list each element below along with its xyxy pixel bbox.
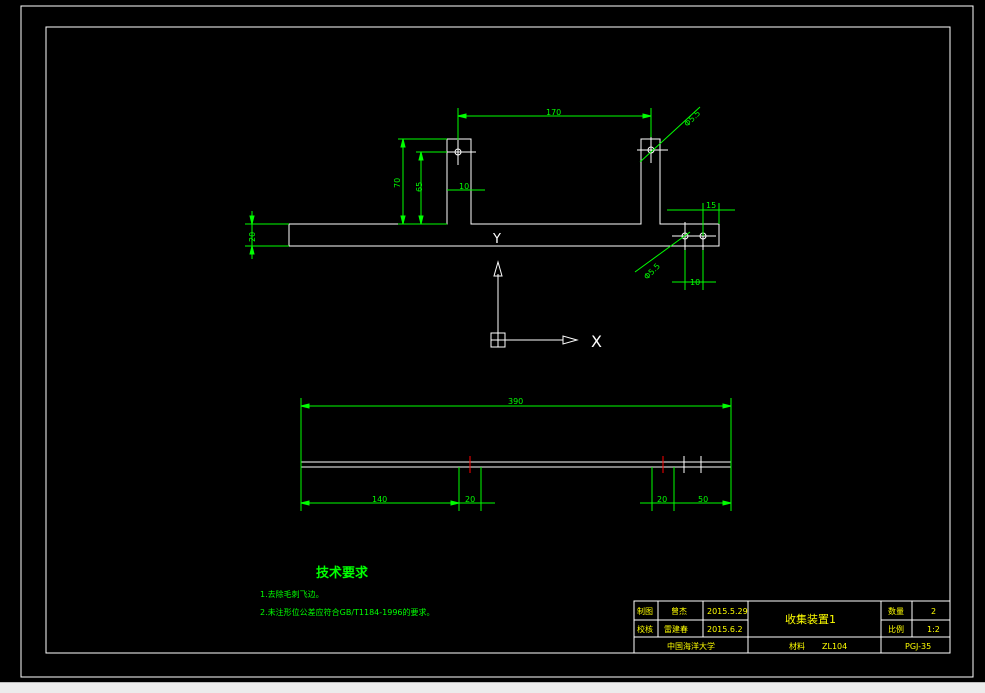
dim-15: 15: [706, 201, 716, 210]
dim-70: 70: [393, 178, 402, 188]
dim-65: 65: [415, 182, 424, 192]
dim-10-b: 10: [690, 278, 700, 287]
tech-req-item-1: 1.去除毛刺飞边。: [260, 589, 324, 599]
dim-170: 170: [546, 108, 561, 117]
drawing-background: [0, 0, 985, 692]
dim-390: 390: [508, 397, 523, 406]
tech-req-title: 技术要求: [316, 565, 369, 581]
viewer-bottom-bar: [0, 682, 985, 693]
dim-140: 140: [372, 495, 387, 504]
tb-checked-by: 雷建春: [664, 624, 688, 634]
tech-req-item-2: 2.未注形位公差应符合GB/T1184-1996的要求。: [260, 607, 435, 617]
tb-scale-label: 比例: [888, 624, 904, 634]
tb-scale-value: 1:2: [927, 625, 940, 634]
tb-qty-value: 2: [931, 607, 936, 616]
dim-20: 20: [248, 232, 257, 242]
tb-qty-label: 数量: [888, 606, 904, 616]
tb-drawn-label: 制图: [637, 606, 653, 616]
cad-drawing-canvas[interactable]: 170 Φ5.5 70 65 10 20 15 Φ5.5 10 Y X 390 …: [0, 0, 985, 692]
dim-20-a: 20: [465, 495, 475, 504]
tb-drawn-by: 曾杰: [671, 606, 687, 616]
dim-50: 50: [698, 495, 708, 504]
tb-drawing-no: PGJ-35: [905, 642, 931, 651]
tb-school: 中国海洋大学: [667, 641, 715, 651]
tb-checked-label: 校核: [637, 624, 653, 634]
ucs-x-label: X: [591, 332, 602, 351]
ucs-y-label: Y: [492, 232, 501, 247]
tb-material-value: ZL104: [822, 642, 847, 651]
tb-drawn-date: 2015.5.29: [707, 607, 748, 616]
tb-part-name: 收集装置1: [785, 612, 836, 626]
tb-material-label: 材料: [789, 641, 805, 651]
dim-20-b: 20: [657, 495, 667, 504]
tb-checked-date: 2015.6.2: [707, 625, 743, 634]
dim-10-a: 10: [459, 182, 469, 191]
